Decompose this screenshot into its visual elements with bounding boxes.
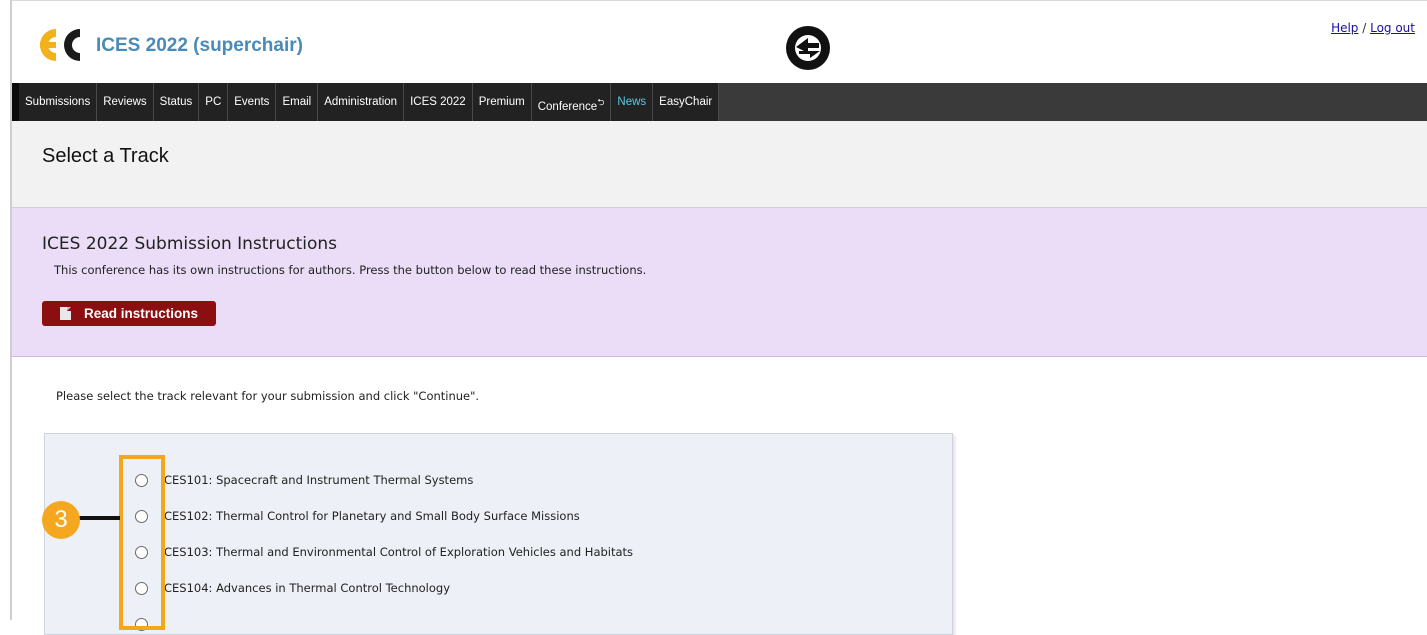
menu-email[interactable]: Email xyxy=(276,83,319,121)
easychair-logo-icon xyxy=(40,29,80,61)
select-prompt: Please select the track relevant for you… xyxy=(56,389,480,403)
track-option[interactable]: CES102: Thermal Control for Planetary an… xyxy=(135,506,580,526)
instructions-text: This conference has its own instructions… xyxy=(54,263,647,277)
refresh-icon[interactable] xyxy=(785,25,831,71)
link-separator: / xyxy=(1358,21,1371,35)
menu-news[interactable]: News xyxy=(611,83,654,121)
help-link[interactable]: Help xyxy=(1331,21,1358,35)
header: ICES 2022 (superchair) Help / Log out xyxy=(12,1,1427,83)
read-instructions-label: Read instructions xyxy=(84,306,199,321)
track-option[interactable]: CES101: Spacecraft and Instrument Therma… xyxy=(135,470,473,490)
title-band: Select a Track xyxy=(12,121,1427,208)
return-arrow-icon: ⮌ xyxy=(597,97,605,107)
read-instructions-button[interactable]: Read instructions xyxy=(42,301,216,326)
menu-status[interactable]: Status xyxy=(153,83,200,121)
menu-ices-2022[interactable]: ICES 2022 xyxy=(404,83,473,121)
menu-submissions[interactable]: Submissions xyxy=(19,83,98,121)
menu-bar: Submissions Reviews Status PC Events Ema… xyxy=(12,83,1427,121)
page-frame: ICES 2022 (superchair) Help / Log out Su… xyxy=(10,0,1427,635)
menu-premium[interactable]: Premium xyxy=(472,83,532,121)
track-label: CES103: Thermal and Environmental Contro… xyxy=(164,545,634,559)
callout-number-badge: 3 xyxy=(42,501,80,539)
track-label: CES101: Spacecraft and Instrument Therma… xyxy=(164,473,474,487)
menu-conference-label: Conference xyxy=(537,100,598,113)
menu-events[interactable]: Events xyxy=(228,83,277,121)
document-icon xyxy=(60,307,71,320)
page-title: Select a Track xyxy=(42,145,169,167)
menu-reviews[interactable]: Reviews xyxy=(97,83,154,121)
track-list: CES101: Spacecraft and Instrument Therma… xyxy=(44,433,953,635)
track-label: CES104: Advances in Thermal Control Tech… xyxy=(164,581,451,595)
menu-easychair[interactable]: EasyChair xyxy=(653,83,720,121)
menu-administration[interactable]: Administration xyxy=(318,83,405,121)
track-option[interactable]: CES103: Thermal and Environmental Contro… xyxy=(135,542,633,562)
menu-items: Submissions Reviews Status PC Events Ema… xyxy=(19,83,720,121)
instructions-title: ICES 2022 Submission Instructions xyxy=(42,234,337,254)
instructions-panel: ICES 2022 Submission Instructions This c… xyxy=(12,208,1427,357)
logout-link[interactable]: Log out xyxy=(1370,21,1415,35)
menu-pc[interactable]: PC xyxy=(199,83,229,121)
track-label: CES102: Thermal Control for Planetary an… xyxy=(164,509,580,523)
track-option[interactable]: CES104: Advances in Thermal Control Tech… xyxy=(135,578,450,598)
menu-left-cap xyxy=(12,83,19,121)
callout-line xyxy=(78,516,120,520)
menu-conference[interactable]: Conference⮌ xyxy=(531,83,612,121)
app-title[interactable]: ICES 2022 (superchair) xyxy=(96,35,303,57)
top-links: Help / Log out xyxy=(1331,21,1415,35)
callout-highlight-box xyxy=(119,455,165,630)
